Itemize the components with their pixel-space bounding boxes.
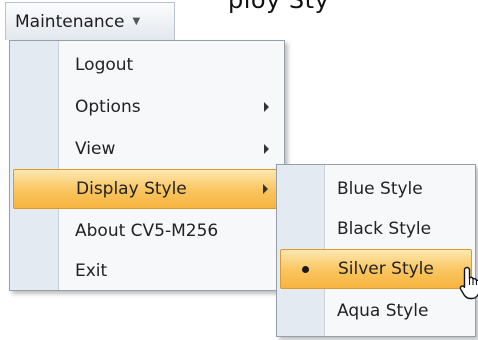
- menu-item-silver-style[interactable]: Silver Style: [280, 249, 472, 289]
- menu-item-label: Options: [75, 97, 141, 117]
- menu-item-about[interactable]: About CV5-M256: [13, 211, 281, 251]
- menu-item-label: Aqua Style: [337, 301, 429, 321]
- menu-item-label: Logout: [75, 55, 134, 75]
- display-style-submenu: Blue Style Black Style Silver Style Aqua…: [276, 164, 476, 337]
- menu-item-black-style[interactable]: Black Style: [280, 209, 472, 249]
- menu-item-label: About CV5-M256: [75, 221, 219, 241]
- maintenance-dropdown-menu: Logout Options View Display Style About …: [9, 40, 285, 291]
- menu-item-blue-style[interactable]: Blue Style: [280, 169, 472, 209]
- menu-item-options[interactable]: Options: [13, 87, 281, 127]
- menu-item-label: Display Style: [76, 179, 187, 199]
- maintenance-menu-button[interactable]: Maintenance ▼: [5, 2, 175, 40]
- menu-item-logout[interactable]: Logout: [13, 45, 281, 85]
- hand-pointer-icon: [459, 266, 478, 300]
- menu-item-display-style[interactable]: Display Style: [13, 169, 281, 209]
- radio-selected-icon: [302, 266, 309, 273]
- maintenance-menu-label: Maintenance: [15, 11, 125, 32]
- menu-item-label: Exit: [75, 261, 108, 281]
- menu-item-exit[interactable]: Exit: [13, 251, 281, 291]
- partial-title-text: ploy Sty: [228, 0, 330, 14]
- submenu-arrow-icon: [263, 184, 268, 194]
- menu-item-label: Silver Style: [338, 259, 434, 279]
- submenu-arrow-icon: [264, 144, 269, 154]
- menu-item-label: View: [75, 139, 116, 159]
- submenu-arrow-icon: [264, 102, 269, 112]
- menu-item-label: Black Style: [337, 219, 432, 239]
- menu-item-label: Blue Style: [337, 179, 423, 199]
- menu-item-aqua-style[interactable]: Aqua Style: [280, 291, 472, 331]
- chevron-down-icon: ▼: [132, 16, 141, 27]
- menu-item-view[interactable]: View: [13, 129, 281, 169]
